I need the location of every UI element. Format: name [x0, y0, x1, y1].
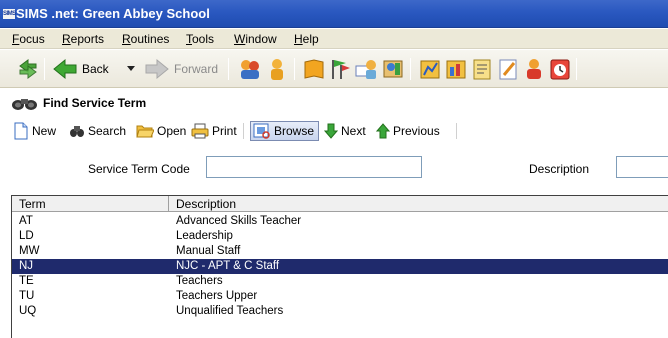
- cell-description: Unqualified Teachers: [176, 305, 284, 317]
- title-bar: SIMS SIMS .net: Green Abbey School: [0, 0, 668, 28]
- menu-tools[interactable]: Tools: [186, 32, 214, 46]
- cell-term: TU: [19, 290, 35, 302]
- timetable-icon[interactable]: [548, 57, 572, 81]
- menu-routines[interactable]: Routines: [122, 32, 169, 46]
- finance-icon[interactable]: [418, 57, 442, 81]
- table-row[interactable]: TU Teachers Upper: [12, 289, 668, 304]
- cell-term: UQ: [19, 305, 37, 317]
- table-row[interactable]: TE Teachers: [12, 274, 668, 289]
- command-bar: New Search Open Print Browse Next Previo…: [0, 117, 668, 145]
- new-button[interactable]: New: [13, 121, 56, 141]
- results-grid: Term Description AT Advanced Skills Teach…: [11, 195, 668, 338]
- table-row[interactable]: LD Leadership: [12, 229, 668, 244]
- panel-title: Find Service Term: [43, 96, 147, 110]
- table-row[interactable]: NJ NJC - APT & C Staff: [12, 259, 668, 274]
- window-title: SIMS .net: Green Abbey School: [16, 6, 210, 21]
- cell-description: Advanced Skills Teacher: [176, 215, 302, 227]
- main-toolbar: Back Forward: [0, 50, 668, 88]
- browse-button[interactable]: Browse: [250, 121, 320, 141]
- cell-description: Manual Staff: [176, 245, 241, 257]
- cell-term: TE: [19, 275, 34, 287]
- print-button[interactable]: Print: [191, 121, 237, 141]
- search-criteria: Service Term Code Description: [0, 146, 668, 192]
- notes-icon[interactable]: [496, 57, 520, 81]
- browse-icon: [253, 123, 270, 139]
- description-input[interactable]: [616, 156, 668, 178]
- column-header-description[interactable]: Description: [176, 197, 236, 211]
- panel-header: Find Service Term: [0, 90, 668, 116]
- service-term-code-label: Service Term Code: [88, 162, 190, 176]
- binoculars-icon: [12, 99, 37, 110]
- previous-button[interactable]: Previous: [376, 121, 440, 141]
- table-row[interactable]: UQ Unqualified Teachers: [12, 304, 668, 319]
- new-document-icon: [14, 122, 28, 140]
- menu-focus[interactable]: Focus: [12, 32, 45, 46]
- menu-window[interactable]: Window: [234, 32, 277, 46]
- search-binoculars-icon: [70, 126, 84, 137]
- up-arrow-icon: [376, 123, 390, 139]
- service-term-code-input[interactable]: [206, 156, 422, 178]
- document-icon[interactable]: [470, 57, 494, 81]
- cell-term: LD: [19, 230, 34, 242]
- back-label: Back: [82, 62, 109, 76]
- refresh-icon[interactable]: [16, 57, 40, 81]
- cell-term: AT: [19, 215, 33, 227]
- search-button[interactable]: Search: [69, 121, 126, 141]
- staff-icon[interactable]: [381, 57, 405, 81]
- sims-logo-icon: SIMS: [3, 9, 16, 19]
- assessment-icon[interactable]: [444, 57, 468, 81]
- cell-term: MW: [19, 245, 40, 257]
- back-arrow-icon: [53, 58, 77, 80]
- mail-person-icon[interactable]: [354, 57, 378, 81]
- next-button[interactable]: Next: [324, 121, 366, 141]
- people-icon[interactable]: [238, 57, 262, 81]
- menu-bar: Focus Reports Routines Tools Window Help: [0, 29, 668, 49]
- menu-reports[interactable]: Reports: [62, 32, 104, 46]
- cell-description: Teachers: [176, 275, 223, 287]
- cell-description: Leadership: [176, 230, 233, 242]
- cell-description: Teachers Upper: [176, 290, 258, 302]
- open-button[interactable]: Open: [136, 121, 186, 141]
- forward-label: Forward: [174, 62, 219, 76]
- cell-term: NJ: [19, 260, 34, 272]
- down-arrow-icon: [324, 123, 338, 139]
- cell-description: NJC - APT & C Staff: [176, 260, 280, 272]
- person-icon[interactable]: [265, 57, 289, 81]
- book-icon[interactable]: [302, 57, 326, 81]
- flags-icon[interactable]: [328, 57, 352, 81]
- column-header-term[interactable]: Term: [19, 197, 46, 211]
- table-row[interactable]: AT Advanced Skills Teacher: [12, 214, 668, 229]
- menu-help[interactable]: Help: [294, 32, 319, 46]
- dropdown-arrow-icon[interactable]: [127, 66, 135, 72]
- grid-header: Term Description: [12, 196, 668, 212]
- printer-icon: [191, 123, 209, 139]
- pupil-icon[interactable]: [522, 57, 546, 81]
- forward-button[interactable]: Forward: [144, 56, 218, 82]
- back-button[interactable]: Back: [52, 56, 109, 82]
- forward-arrow-icon: [145, 58, 169, 80]
- open-folder-icon: [136, 125, 154, 138]
- table-row[interactable]: MW Manual Staff: [12, 244, 668, 259]
- description-label: Description: [529, 162, 590, 176]
